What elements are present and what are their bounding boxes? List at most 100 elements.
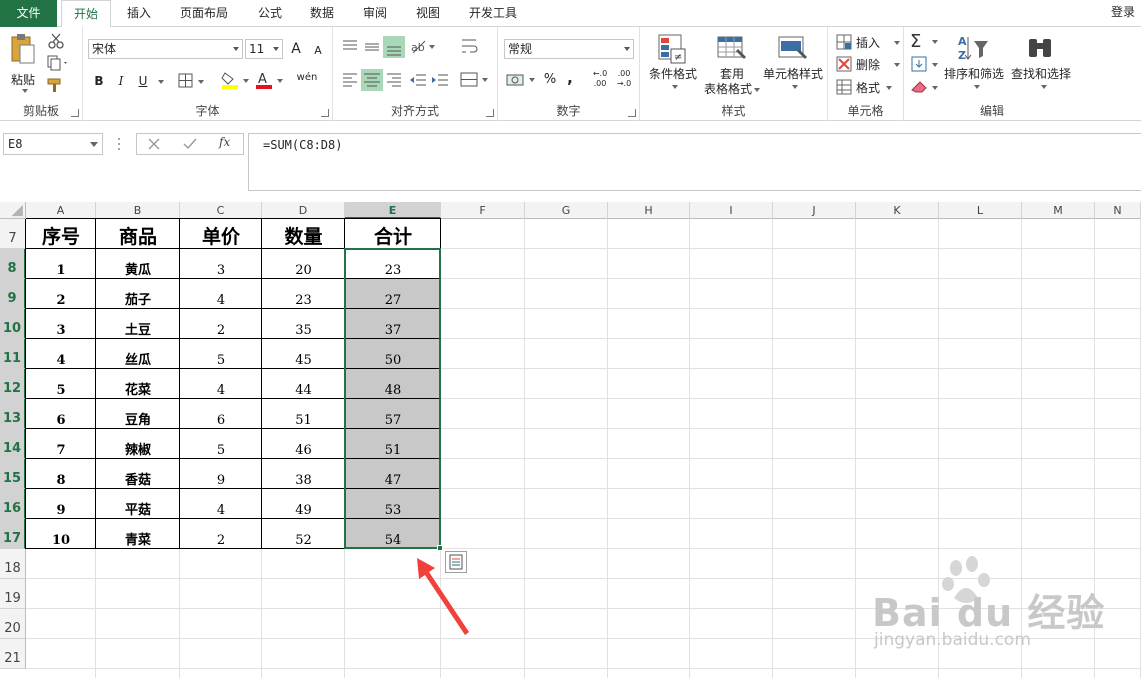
column-header[interactable]: K [856, 202, 939, 219]
find-select-button[interactable]: 查找和选择 [1008, 33, 1074, 95]
table-cell[interactable]: 土豆 [96, 309, 180, 339]
table-cell[interactable]: 53 [345, 489, 441, 519]
tab-home[interactable]: 开始 [61, 0, 111, 28]
column-header[interactable]: B [96, 202, 180, 219]
percent-style-button[interactable]: % [542, 69, 558, 91]
insert-cells-button[interactable]: 插入 [834, 32, 900, 52]
column-header[interactable]: G [525, 202, 608, 219]
table-cell[interactable]: 38 [262, 459, 345, 489]
insert-function-button[interactable]: fx [219, 135, 230, 149]
column-header[interactable]: H [608, 202, 690, 219]
row-header[interactable]: 15 [0, 459, 26, 489]
select-all-icon[interactable] [0, 202, 26, 219]
sort-filter-button[interactable]: AZ 排序和筛选 [942, 33, 1006, 95]
decrease-decimal-button[interactable]: .00 →.0 [614, 69, 634, 91]
column-header[interactable]: D [262, 202, 345, 219]
autosum-icon[interactable]: Σ [910, 32, 940, 50]
dialog-launcher-icon[interactable] [628, 109, 636, 117]
table-cell[interactable]: 豆角 [96, 399, 180, 429]
table-cell[interactable]: 8 [26, 459, 96, 489]
column-header[interactable]: J [773, 202, 856, 219]
cut-icon[interactable] [48, 33, 64, 49]
name-box[interactable]: E8 [3, 133, 103, 155]
table-cell[interactable]: 平菇 [96, 489, 180, 519]
column-header[interactable]: E [345, 202, 441, 219]
format-painter-icon[interactable] [46, 77, 64, 93]
row-header[interactable]: 10 [0, 309, 26, 339]
table-cell[interactable]: 10 [26, 519, 96, 549]
table-cell[interactable]: 45 [262, 339, 345, 369]
tab-view[interactable]: 视图 [406, 0, 450, 27]
align-bottom-icon[interactable] [383, 36, 405, 58]
tab-formulas[interactable]: 公式 [248, 0, 292, 27]
tab-review[interactable]: 审阅 [353, 0, 397, 27]
table-cell[interactable]: 黄瓜 [96, 249, 180, 279]
merge-center-icon[interactable] [460, 71, 490, 89]
table-cell[interactable]: 27 [345, 279, 441, 309]
table-cell[interactable]: 9 [26, 489, 96, 519]
table-cell[interactable]: 3 [180, 249, 262, 279]
row-header[interactable]: 12 [0, 369, 26, 399]
font-size-select[interactable]: 11 [245, 39, 283, 59]
table-cell[interactable]: 7 [26, 429, 96, 459]
wrap-text-icon[interactable] [460, 36, 480, 56]
clear-icon[interactable] [910, 78, 940, 96]
table-cell[interactable]: 54 [345, 519, 441, 549]
table-cell[interactable]: 4 [180, 369, 262, 399]
column-header[interactable]: N [1095, 202, 1141, 219]
format-cells-button[interactable]: 格式 [834, 77, 900, 97]
row-header[interactable]: 20 [0, 609, 26, 639]
tab-data[interactable]: 数据 [300, 0, 344, 27]
table-cell[interactable]: 2 [180, 519, 262, 549]
table-cell[interactable]: 香菇 [96, 459, 180, 489]
table-cell[interactable]: 9 [180, 459, 262, 489]
table-cell[interactable]: 6 [26, 399, 96, 429]
table-cell[interactable]: 6 [180, 399, 262, 429]
table-cell[interactable]: 35 [262, 309, 345, 339]
phonetic-guide-button[interactable]: wén [295, 67, 319, 89]
delete-cells-button[interactable]: 删除 [834, 54, 900, 74]
table-cell[interactable]: 2 [26, 279, 96, 309]
row-header[interactable]: 9 [0, 279, 26, 309]
check-icon[interactable] [183, 137, 197, 151]
table-cell[interactable]: 57 [345, 399, 441, 429]
table-cell[interactable]: 2 [180, 309, 262, 339]
row-header[interactable]: 16 [0, 489, 26, 519]
align-left-icon[interactable] [341, 71, 359, 89]
row-header[interactable]: 8 [0, 249, 26, 279]
table-cell[interactable]: 48 [345, 369, 441, 399]
row-header[interactable]: 19 [0, 579, 26, 609]
table-cell[interactable]: 20 [262, 249, 345, 279]
table-cell[interactable]: 5 [180, 339, 262, 369]
row-header[interactable]: 13 [0, 399, 26, 429]
format-as-table-button[interactable]: 套用 表格格式 [704, 33, 761, 96]
table-header-cell[interactable]: 数量 [262, 219, 345, 249]
formula-input[interactable]: =SUM(C8:D8) [248, 133, 1141, 191]
table-cell[interactable]: 46 [262, 429, 345, 459]
table-header-cell[interactable]: 序号 [26, 219, 96, 249]
align-center-icon[interactable] [361, 69, 383, 91]
shrink-font-button[interactable]: A [311, 40, 325, 62]
fill-color-icon[interactable] [221, 71, 251, 89]
more-options-icon[interactable] [116, 137, 122, 151]
italic-button[interactable]: I [113, 70, 129, 92]
table-cell[interactable]: 44 [262, 369, 345, 399]
column-header[interactable]: A [26, 202, 96, 219]
underline-button[interactable]: U [135, 70, 151, 92]
table-cell[interactable]: 51 [262, 399, 345, 429]
dialog-launcher-icon[interactable] [486, 109, 494, 117]
table-cell[interactable]: 4 [180, 489, 262, 519]
cancel-icon[interactable] [147, 137, 161, 151]
accounting-format-icon[interactable] [505, 71, 537, 89]
row-header[interactable]: 21 [0, 639, 26, 669]
table-cell[interactable]: 花菜 [96, 369, 180, 399]
table-cell[interactable]: 50 [345, 339, 441, 369]
table-cell[interactable]: 47 [345, 459, 441, 489]
tab-page-layout[interactable]: 页面布局 [172, 0, 236, 27]
table-cell[interactable]: 青菜 [96, 519, 180, 549]
borders-icon[interactable] [178, 73, 206, 89]
font-family-select[interactable]: 宋体 [88, 39, 243, 59]
table-cell[interactable]: 3 [26, 309, 96, 339]
dialog-launcher-icon[interactable] [71, 109, 79, 117]
column-header[interactable]: C [180, 202, 262, 219]
